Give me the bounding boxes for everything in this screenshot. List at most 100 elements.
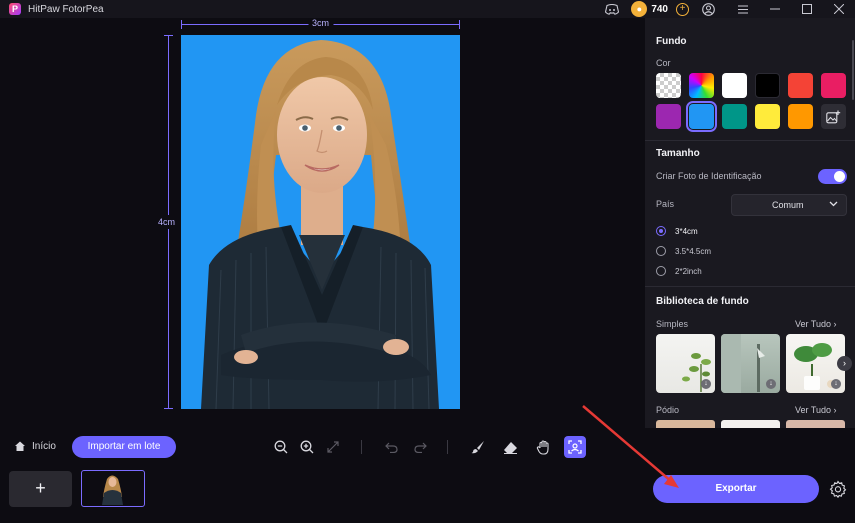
height-dimension: 4cm — [158, 35, 178, 409]
size-option-2x2inch[interactable]: 2*2inch — [656, 265, 702, 277]
width-label: 3cm — [307, 18, 334, 28]
add-image-icon — [826, 110, 841, 123]
zoom-in-button[interactable] — [297, 437, 317, 457]
hand-icon — [536, 439, 549, 455]
size-option-label: 2*2inch — [675, 266, 702, 276]
simple-label: Simples — [656, 319, 689, 329]
app-logo-icon: P — [9, 3, 21, 15]
divider — [645, 140, 855, 141]
toolbar-separator — [447, 440, 448, 454]
home-button[interactable]: Início — [14, 440, 56, 452]
face-detect-tool[interactable] — [564, 436, 586, 458]
swatch-blue[interactable] — [686, 101, 717, 132]
toolbar-separator — [361, 440, 362, 454]
hand-tool[interactable] — [533, 437, 553, 457]
background-title: Fundo — [656, 36, 687, 47]
fit-screen-button[interactable] — [323, 437, 343, 457]
swatch-white[interactable] — [722, 73, 747, 98]
id-photo-label: Criar Foto de Identificação — [656, 171, 762, 181]
see-all-simple-link[interactable]: Ver Tudo › — [795, 319, 837, 329]
size-option-label: 3*4cm — [675, 226, 698, 236]
settings-panel: Fundo Cor Tamanho Criar Foto de Identifi… — [645, 18, 855, 428]
id-photo-preview[interactable] — [181, 35, 460, 409]
undo-button[interactable] — [381, 437, 401, 457]
width-dimension: 3cm — [181, 18, 460, 32]
close-icon[interactable] — [823, 0, 855, 18]
title-bar-actions: ● 740 + — [605, 0, 855, 18]
download-icon: ↓ — [701, 379, 711, 389]
home-icon — [15, 441, 25, 451]
download-icon: ↓ — [831, 379, 841, 389]
discord-icon[interactable] — [605, 2, 620, 16]
country-select[interactable]: Comum — [731, 194, 847, 216]
size-title: Tamanho — [656, 148, 700, 159]
country-label: País — [656, 199, 675, 209]
size-option-label: 3.5*4.5cm — [675, 246, 712, 256]
app-title: HitPaw FotorPea — [28, 3, 104, 15]
swatch-teal[interactable] — [722, 104, 747, 129]
thumbnail-portrait-image — [102, 475, 123, 505]
zoom-out-button[interactable] — [271, 437, 291, 457]
app-window: P HitPaw FotorPea ● 740 + 3cm 4cm Fundo … — [0, 0, 855, 523]
podium-label: Pódio — [656, 405, 680, 415]
redo-button[interactable] — [410, 437, 430, 457]
filmstrip-thumbnail[interactable] — [81, 470, 145, 507]
panel-scrollbar[interactable] — [852, 40, 854, 100]
background-thumb-plant-white[interactable]: ↓ — [656, 334, 715, 393]
radio-icon — [656, 246, 666, 256]
upload-background-button[interactable] — [821, 104, 846, 129]
minimize-icon[interactable] — [759, 0, 791, 18]
color-label: Cor — [656, 58, 671, 68]
swatch-color-picker[interactable] — [689, 73, 714, 98]
undo-icon — [384, 442, 398, 453]
download-icon: ↓ — [766, 379, 776, 389]
menu-icon[interactable] — [727, 0, 759, 18]
zoom-out-icon — [274, 440, 288, 454]
see-all-label: Ver Tudo — [795, 405, 832, 415]
swatch-orange[interactable] — [788, 104, 813, 129]
eraser-icon — [503, 441, 517, 454]
size-option-3-5x4-5[interactable]: 3.5*4.5cm — [656, 245, 711, 257]
brush-icon — [471, 441, 484, 454]
size-option-3x4[interactable]: 3*4cm — [656, 225, 698, 237]
swatch-transparent[interactable] — [656, 73, 681, 98]
height-label: 4cm — [158, 215, 176, 229]
footer-bar: + Exportar — [0, 468, 855, 523]
expand-icon — [327, 441, 339, 453]
credits-count: 740 — [651, 3, 668, 15]
library-title: Biblioteca de fundo — [656, 296, 749, 307]
id-photo-toggle[interactable] — [818, 169, 847, 184]
add-credits-icon[interactable]: + — [676, 2, 689, 16]
batch-import-button[interactable]: Importar em lote — [72, 436, 176, 458]
coin-icon: ● — [631, 1, 648, 17]
swatch-pink[interactable] — [821, 73, 846, 98]
title-bar: P HitPaw FotorPea ● 740 + — [0, 0, 855, 18]
next-arrow-icon[interactable]: › — [837, 356, 852, 371]
canvas-area[interactable]: 3cm 4cm — [0, 18, 645, 428]
portrait-image — [201, 40, 439, 409]
podium-thumb[interactable] — [656, 420, 715, 428]
swatch-purple[interactable] — [656, 104, 681, 129]
podium-thumb[interactable] — [786, 420, 845, 428]
home-label: Início — [32, 440, 56, 452]
settings-button[interactable] — [829, 480, 847, 499]
divider — [645, 286, 855, 287]
bottom-toolbar: Início Importar em lote — [0, 428, 855, 468]
gear-icon — [829, 480, 847, 499]
portrait-scan-icon — [568, 440, 582, 454]
eraser-tool[interactable] — [500, 437, 520, 457]
export-button[interactable]: Exportar — [653, 475, 819, 503]
background-thumb-lamp-green[interactable]: ↓ — [721, 334, 780, 393]
swatch-black[interactable] — [755, 73, 780, 98]
swatch-red[interactable] — [788, 73, 813, 98]
radio-icon — [656, 266, 666, 276]
chevron-down-icon — [829, 195, 838, 215]
redo-icon — [413, 442, 427, 453]
maximize-icon[interactable] — [791, 0, 823, 18]
account-icon[interactable] — [701, 2, 715, 16]
add-image-button[interactable]: + — [9, 471, 72, 507]
podium-thumb[interactable] — [721, 420, 780, 428]
swatch-yellow[interactable] — [755, 104, 780, 129]
see-all-podium-link[interactable]: Ver Tudo › — [795, 405, 837, 415]
brush-tool[interactable] — [468, 437, 488, 457]
